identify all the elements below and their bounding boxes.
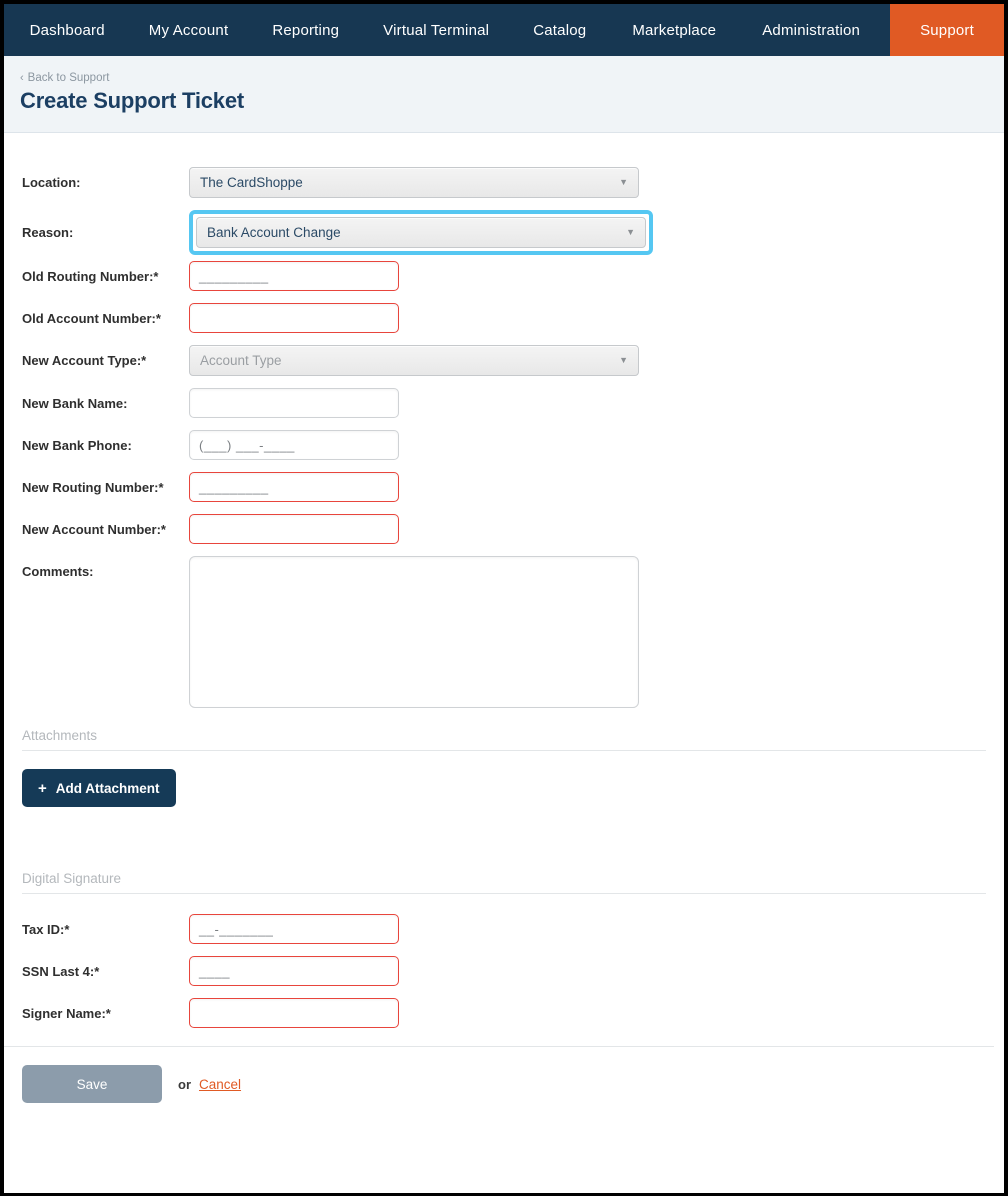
plus-icon: +	[38, 779, 47, 797]
new-routing-number-input[interactable]: _________	[189, 472, 399, 502]
new-account-type-select[interactable]: Account Type ▼	[189, 345, 639, 376]
nav-item-virtual-terminal[interactable]: Virtual Terminal	[361, 4, 511, 56]
nav-item-my-account[interactable]: My Account	[127, 4, 251, 56]
tax-id-input[interactable]: __-_______	[189, 914, 399, 944]
field-row-ssn-last-4: SSN Last 4:* ____	[4, 956, 1004, 986]
field-row-comments: Comments:	[4, 556, 1004, 708]
save-button[interactable]: Save	[22, 1065, 162, 1103]
field-row-old-routing-number: Old Routing Number:* _________	[4, 261, 1004, 291]
new-bank-phone-mask: (___) ___-____	[199, 437, 295, 453]
nav-item-reporting[interactable]: Reporting	[250, 4, 361, 56]
new-routing-number-mask: _________	[199, 479, 269, 495]
old-routing-number-input[interactable]: _________	[189, 261, 399, 291]
location-select-value: The CardShoppe	[200, 175, 303, 190]
field-row-signer-name: Signer Name:*	[4, 998, 1004, 1028]
reason-highlight-ring: Bank Account Change ▼	[189, 210, 653, 255]
chevron-down-icon: ▼	[626, 227, 635, 237]
field-row-new-account-type: New Account Type:* Account Type ▼	[4, 345, 1004, 376]
support-ticket-form: Location: The CardShoppe ▼ Reason: Bank …	[4, 133, 1004, 1103]
new-account-number-label: New Account Number:*	[22, 521, 166, 537]
attachments-list: + Add Attachment	[22, 751, 996, 867]
page-title: Create Support Ticket	[20, 88, 245, 113]
ssn-last-4-mask: ____	[199, 963, 230, 979]
attachments-section: Attachments + Add Attachment	[4, 728, 1004, 867]
cancel-link[interactable]: Cancel	[199, 1077, 241, 1092]
field-row-new-routing-number: New Routing Number:* _________	[4, 472, 1004, 502]
nav-item-administration[interactable]: Administration	[740, 4, 882, 56]
main-navigation: Dashboard My Account Reporting Virtual T…	[4, 4, 1004, 56]
new-bank-phone-label: New Bank Phone:	[22, 437, 132, 453]
new-bank-phone-input[interactable]: (___) ___-____	[189, 430, 399, 460]
create-support-ticket-page: { "nav": { "items": [ { "label": "Dashbo…	[0, 0, 1008, 1196]
ssn-last-4-label: SSN Last 4:*	[22, 963, 100, 979]
field-row-old-account-number: Old Account Number:*	[4, 303, 1004, 333]
new-routing-number-label: New Routing Number:*	[22, 479, 164, 495]
reason-label: Reason:	[22, 225, 74, 240]
location-label: Location:	[22, 175, 81, 190]
signer-name-label: Signer Name:*	[22, 1005, 111, 1021]
nav-item-label: Catalog	[533, 21, 587, 39]
new-bank-name-input[interactable]	[189, 388, 399, 418]
old-account-number-input[interactable]	[189, 303, 399, 333]
nav-item-dashboard[interactable]: Dashboard	[8, 4, 127, 56]
chevron-down-icon: ▼	[619, 177, 628, 187]
chevron-down-icon: ▼	[619, 355, 628, 365]
nav-item-marketplace[interactable]: Marketplace	[608, 4, 740, 56]
new-bank-name-label: New Bank Name:	[22, 395, 128, 411]
back-to-support-link[interactable]: ‹ Back to Support	[20, 72, 110, 84]
nav-item-label: Reporting	[272, 21, 340, 39]
nav-item-label: Administration	[762, 21, 861, 39]
tax-id-label: Tax ID:*	[22, 921, 70, 937]
chevron-left-icon: ‹	[20, 72, 24, 84]
new-account-type-label: New Account Type:*	[22, 353, 147, 368]
new-account-number-input[interactable]	[189, 514, 399, 544]
old-routing-number-label: Old Routing Number:*	[22, 268, 159, 284]
digital-signature-section-title: Digital Signature	[22, 871, 122, 886]
tax-id-mask: __-_______	[199, 921, 274, 937]
new-account-type-select-value: Account Type	[200, 353, 282, 368]
location-select[interactable]: The CardShoppe ▼	[189, 167, 639, 198]
signer-name-input[interactable]	[189, 998, 399, 1028]
nav-item-catalog[interactable]: Catalog	[511, 4, 608, 56]
field-row-new-account-number: New Account Number:*	[4, 514, 1004, 544]
add-attachment-button[interactable]: + Add Attachment	[22, 769, 176, 807]
field-row-new-bank-phone: New Bank Phone: (___) ___-____	[4, 430, 1004, 460]
field-row-tax-id: Tax ID:* __-_______	[4, 914, 1004, 944]
field-row-location: Location: The CardShoppe ▼	[4, 167, 1004, 198]
field-row-reason: Reason: Bank Account Change ▼	[4, 210, 1004, 255]
field-row-new-bank-name: New Bank Name:	[4, 388, 1004, 418]
digital-signature-section: Digital Signature	[4, 871, 1004, 894]
add-attachment-label: Add Attachment	[55, 780, 160, 796]
nav-item-label: Support	[920, 21, 974, 39]
ssn-last-4-input[interactable]: ____	[189, 956, 399, 986]
old-routing-number-mask: _________	[199, 268, 269, 284]
nav-item-label: Marketplace	[632, 21, 717, 39]
nav-item-label: Virtual Terminal	[383, 21, 490, 39]
nav-item-label: My Account	[148, 21, 229, 39]
attachments-section-title: Attachments	[22, 728, 98, 743]
nav-item-label: Dashboard	[29, 21, 105, 39]
nav-item-support[interactable]: Support	[890, 4, 1004, 56]
old-account-number-label: Old Account Number:*	[22, 310, 161, 326]
comments-textarea[interactable]	[189, 556, 639, 708]
or-separator: or	[178, 1076, 191, 1092]
reason-select[interactable]: Bank Account Change ▼	[196, 217, 646, 248]
back-link-label: Back to Support	[27, 72, 110, 84]
form-actions: Save or Cancel	[4, 1046, 994, 1103]
comments-label: Comments:	[22, 564, 94, 579]
page-header: ‹ Back to Support Create Support Ticket	[4, 56, 1004, 133]
